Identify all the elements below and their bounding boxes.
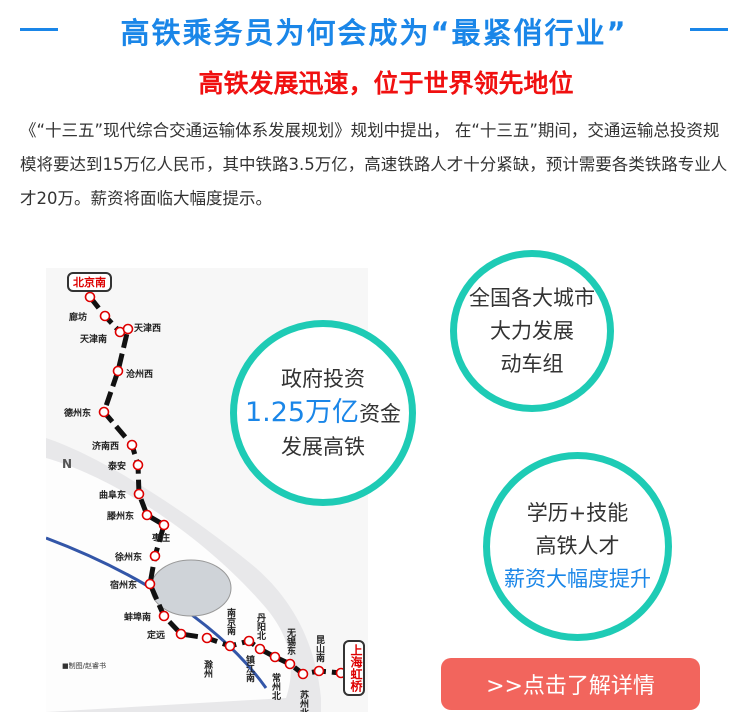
station-marker bbox=[243, 635, 255, 647]
cities-circle: 全国各大城市 大力发展 动车组 bbox=[450, 250, 614, 412]
talent-line1: 学历+技能 bbox=[526, 501, 629, 525]
station-marker bbox=[269, 651, 281, 663]
station-label: 定远 bbox=[146, 629, 166, 641]
station-label: 泰安 bbox=[107, 460, 126, 472]
talent-line3: 薪资大幅度提升 bbox=[504, 567, 651, 591]
station-marker bbox=[126, 439, 138, 451]
gov-amount-line: 1.25万亿资金 bbox=[245, 396, 401, 431]
station-marker bbox=[132, 459, 144, 471]
gov-line1: 政府投资 bbox=[281, 366, 365, 391]
station-label: 济南西 bbox=[92, 440, 119, 452]
station-label: 蚌埠南 bbox=[124, 611, 151, 623]
station-marker bbox=[224, 640, 236, 652]
station-marker bbox=[122, 323, 134, 335]
station-label: 滕州东 bbox=[107, 510, 134, 522]
station-label: 宿州东 bbox=[110, 579, 137, 591]
station-marker bbox=[99, 310, 111, 322]
station-label: 无锡东 bbox=[285, 628, 297, 656]
station-marker bbox=[201, 632, 213, 644]
station-marker bbox=[112, 365, 124, 377]
station-label: 天津西 bbox=[134, 322, 161, 334]
station-label: 廊坊 bbox=[69, 311, 87, 323]
station-label: 苏州北 bbox=[298, 689, 310, 712]
station-marker bbox=[313, 665, 325, 677]
page-title: 高铁乘务员为何会成为“最紧俏行业” bbox=[120, 16, 628, 50]
station-marker bbox=[98, 406, 110, 418]
station-label: 南京南 bbox=[225, 607, 236, 636]
station-label: 滁州 bbox=[202, 659, 214, 679]
station-label: 镇江南 bbox=[244, 654, 255, 683]
map-credit: ■制图/赵睿书 bbox=[62, 661, 106, 670]
station-label: 沧州西 bbox=[126, 368, 153, 380]
learn-more-button[interactable]: >>点击了解详情 bbox=[441, 658, 700, 710]
cities-line3: 动车组 bbox=[500, 351, 564, 376]
talent-circle: 学历+技能 高铁人才 薪资大幅度提升 bbox=[483, 452, 672, 641]
gov-line3: 发展高铁 bbox=[281, 434, 365, 459]
end-station-label: 上海虹桥 bbox=[343, 640, 365, 696]
station-label: 曲阜东 bbox=[99, 489, 126, 501]
station-marker bbox=[144, 578, 156, 590]
station-marker bbox=[141, 509, 153, 521]
gov-amount: 1.25万亿 bbox=[244, 396, 360, 428]
start-station-label: 北京南 bbox=[67, 272, 112, 292]
gov-investment-circle: 政府投资 1.25万亿资金 发展高铁 bbox=[230, 320, 416, 506]
station-label: 徐州东 bbox=[114, 551, 142, 563]
station-marker bbox=[158, 519, 170, 531]
intro-paragraph: 《“十三五”现代综合交通运输体系发展规划》规划中提出， 在“十三五”期间，交通运… bbox=[20, 121, 728, 208]
station-marker bbox=[284, 658, 296, 670]
station-label: 德州东 bbox=[64, 407, 91, 419]
station-marker bbox=[158, 610, 170, 622]
station-marker bbox=[133, 488, 145, 500]
cities-line1: 全国各大城市 bbox=[469, 285, 595, 310]
station-label: 昆山南 bbox=[314, 635, 325, 663]
station-label: 枣庄 bbox=[151, 532, 170, 544]
station-label: 常州北 bbox=[270, 672, 282, 701]
cities-line2: 大力发展 bbox=[490, 318, 574, 343]
gov-amount-suffix: 资金 bbox=[359, 401, 402, 426]
station-marker bbox=[175, 628, 187, 640]
station-marker bbox=[254, 643, 266, 655]
station-label: 天津南 bbox=[80, 333, 107, 345]
page-subtitle: 高铁发展迅速，位于世界领先地位 bbox=[198, 69, 574, 98]
north-label: N bbox=[62, 457, 72, 471]
talent-line2: 高铁人才 bbox=[535, 534, 620, 558]
station-label: 丹阳北 bbox=[255, 613, 266, 641]
station-marker bbox=[297, 668, 309, 680]
station-marker bbox=[149, 550, 161, 562]
station-marker bbox=[84, 291, 96, 303]
